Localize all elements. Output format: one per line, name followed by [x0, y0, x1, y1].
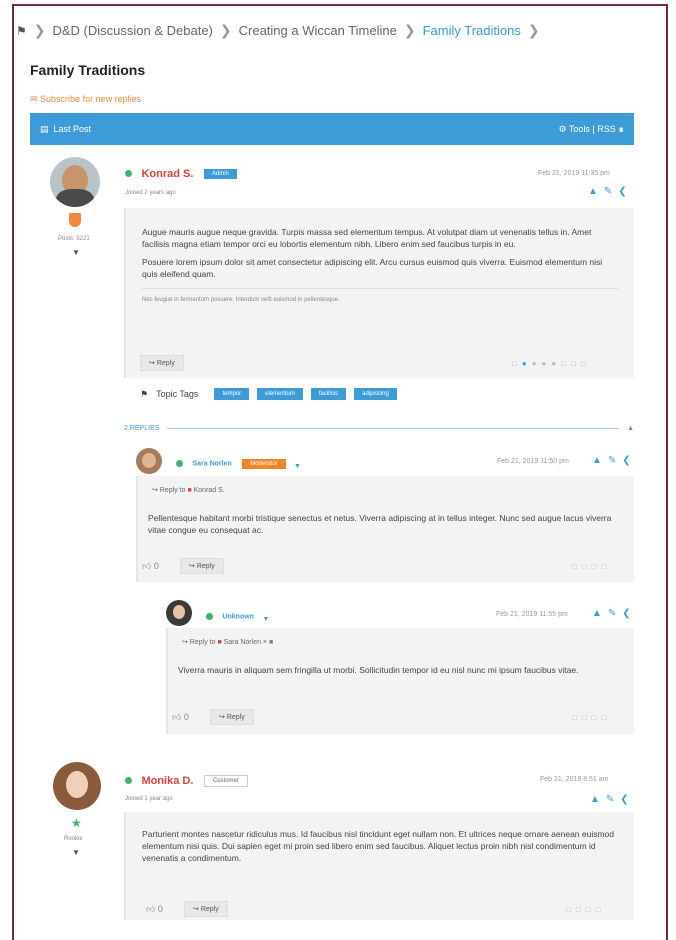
tag-chip[interactable]: facilisis: [310, 388, 347, 400]
reply-button[interactable]: ↪ Reply: [140, 355, 184, 371]
user-rank: Rookie: [64, 836, 83, 842]
online-indicator: [125, 170, 132, 178]
tag-icon: ⚑: [140, 388, 149, 399]
like-button[interactable]: 👍︎ 0: [142, 561, 159, 572]
signature-divider: [142, 288, 618, 289]
replies-rule: [167, 428, 620, 429]
tools-link[interactable]: ⚙ Tools | RSS ∎: [559, 124, 625, 135]
post-paragraph: Augue mauris augue neque gravida. Turpis…: [142, 227, 592, 249]
role-badge: Moderator: [242, 458, 286, 469]
signature: Nec feugiat in fermentum posuere. Interd…: [142, 297, 340, 303]
like-count: 0: [157, 904, 163, 914]
post-action-icons[interactable]: ▲✎❮: [590, 794, 635, 805]
subscribe-label: Subscribe for new replies: [40, 94, 142, 104]
caret-down-icon[interactable]: ▼: [262, 616, 269, 623]
like-button[interactable]: 👍︎ 0: [146, 904, 163, 915]
role-badge: Customer: [203, 774, 248, 787]
reply-reaction-icons[interactable]: □□□□: [572, 562, 611, 571]
reply-label: Reply: [196, 563, 215, 570]
reply-author-line: Sara Norlen Moderator ▼: [176, 455, 301, 473]
last-post-label: Last Post: [53, 123, 92, 134]
topic-tags-label: Topic Tags: [156, 389, 199, 399]
like-button[interactable]: 👍︎ 0: [172, 712, 189, 723]
reply-text: Viverra mauris in aliquam sem fringilla …: [178, 665, 579, 675]
chevron-right-icon: ❯: [527, 22, 540, 38]
post-paragraph: Posuere lorem ipsum dolor sit amet conse…: [142, 257, 603, 279]
reply-label: Reply: [156, 360, 175, 367]
breadcrumb-item-current: Family Traditions: [422, 23, 521, 38]
author-name[interactable]: Monika D.: [141, 775, 193, 787]
breadcrumb-item-topic[interactable]: Creating a Wiccan Timeline: [239, 23, 397, 38]
reply-to-line: ↪ Reply to ■ Sara Norlen × ■: [182, 639, 274, 646]
reply-date: Feb 21, 2019 11:50 pm: [497, 458, 569, 465]
tag-chip[interactable]: elementum: [257, 388, 303, 400]
post-count: Posts: 5221: [58, 236, 90, 242]
role-badge: Admin: [203, 168, 237, 179]
reply-label: Reply: [226, 714, 245, 721]
chevron-right-icon: ❯: [33, 22, 46, 38]
reply-button[interactable]: ↪ Reply: [184, 901, 228, 917]
tag-chip[interactable]: tempor: [214, 388, 250, 400]
rank-shield-icon: [69, 213, 81, 227]
reply-date: Feb 21, 2019 11:55 pm: [496, 611, 568, 618]
last-post-link[interactable]: ▤ Last Post: [40, 124, 91, 135]
topic-post-body: Augue mauris augue neque gravida. Turpis…: [124, 208, 634, 378]
online-indicator: [125, 777, 132, 785]
replies-count: 2 REPLIES: [124, 425, 160, 432]
reply-action-icons[interactable]: ▲✎❮: [592, 608, 637, 619]
like-count: 0: [153, 561, 159, 571]
online-indicator: [176, 460, 183, 468]
chevron-up-icon[interactable]: ▲: [627, 425, 634, 432]
page-title: Family Traditions: [30, 62, 146, 78]
author-meta: Joined 1 year ago: [125, 796, 173, 802]
caret-down-icon[interactable]: ▼: [294, 463, 301, 470]
tools-label: Tools | RSS: [568, 123, 616, 134]
avatar[interactable]: [136, 448, 162, 474]
breadcrumb-item-forum[interactable]: D&D (Discussion & Debate): [53, 23, 213, 38]
reply-label: Reply: [200, 906, 219, 913]
caret-down-icon[interactable]: ▼: [72, 248, 80, 257]
post-date: Feb 21, 2019 11:35 pm: [538, 170, 610, 177]
reply-button[interactable]: ↪ Reply: [180, 558, 224, 574]
reply-button[interactable]: ↪ Reply: [210, 709, 254, 725]
post-reaction-icons[interactable]: □●●●●□□□: [512, 359, 591, 368]
chevron-right-icon: ❯: [219, 22, 232, 38]
online-indicator: [206, 613, 213, 621]
rank-star-icon: ★: [71, 816, 82, 830]
chevron-right-icon: ❯: [403, 22, 416, 38]
subscribe-link[interactable]: ✉ Subscribe for new replies: [30, 94, 141, 105]
reply-text: Pellentesque habitant morbi tristique se…: [148, 513, 612, 535]
reply-reaction-icons[interactable]: □□□□: [572, 713, 611, 722]
reply-author-name[interactable]: Sara Norlen: [192, 460, 231, 467]
caret-down-icon[interactable]: ▼: [72, 848, 80, 857]
author-line: Konrad S. Admin: [125, 165, 237, 183]
reply-author-line: Unknown ▼: [206, 608, 269, 626]
author-line: Monika D. Customer: [125, 772, 248, 790]
post-paragraph: Parturient montes nascetur ridiculus mus…: [142, 829, 615, 863]
post-date: Feb 21, 2019 8:51 am: [540, 776, 609, 783]
like-count: 0: [183, 712, 189, 722]
author-meta: Joined 2 years ago: [125, 190, 176, 196]
tag-chip[interactable]: adipiscing: [354, 388, 397, 400]
topic-toolbar: ▤ Last Post ⚙ Tools | RSS ∎: [30, 113, 634, 145]
reply-to-name[interactable]: Sara Norlen: [224, 639, 261, 646]
replies-toggle[interactable]: 2 REPLIES ▲: [124, 425, 634, 432]
avatar[interactable]: [53, 762, 101, 810]
author-name[interactable]: Konrad S.: [141, 168, 193, 180]
home-icon[interactable]: ⚑: [16, 24, 27, 38]
post-reaction-icons[interactable]: □□□□: [566, 905, 605, 914]
topic-tags: ⚑ Topic Tags tempor elementum facilisis …: [140, 388, 397, 400]
avatar[interactable]: [166, 600, 192, 626]
reply-to-line: ↪ Reply to ■ Konrad S.: [152, 487, 225, 494]
reply-action-icons[interactable]: ▲✎❮: [592, 455, 637, 466]
breadcrumb: ⚑ ❯ D&D (Discussion & Debate) ❯ Creating…: [16, 22, 543, 39]
avatar[interactable]: [50, 157, 100, 207]
reply-author-name[interactable]: Unknown: [222, 613, 254, 620]
reply-to-name[interactable]: Konrad S.: [194, 487, 225, 494]
post-action-icons[interactable]: ▲✎❮: [588, 186, 633, 197]
